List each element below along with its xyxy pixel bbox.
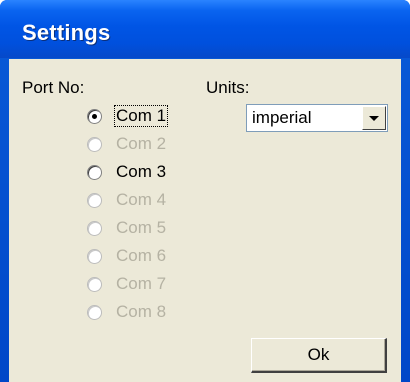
radio-com-3[interactable]: Com 3: [87, 162, 207, 184]
radio-button-icon[interactable]: [87, 165, 102, 180]
units-label: Units:: [206, 78, 250, 97]
radio-button-icon: [87, 249, 102, 264]
radio-com-8: Com 8: [87, 302, 207, 324]
radio-com-2: Com 2: [87, 134, 207, 156]
radio-label[interactable]: Com 3: [115, 162, 167, 182]
radio-selected-dot: [92, 114, 97, 119]
radio-label: Com 7: [116, 274, 167, 293]
title-bar[interactable]: Settings: [0, 0, 410, 58]
window-title: Settings: [22, 20, 111, 45]
units-selected-value: imperial: [252, 108, 312, 127]
radio-button-icon: [87, 193, 102, 208]
radio-label[interactable]: Com 1: [113, 105, 169, 127]
chevron-down-icon: [369, 116, 379, 121]
ok-button[interactable]: Ok: [251, 338, 387, 373]
radio-label: Com 5: [116, 218, 167, 237]
radio-com-1[interactable]: Com 1: [87, 105, 207, 128]
dialog-body: Port No: Units: Com 1 Com 2 Com 3 Com 4 …: [9, 59, 401, 382]
radio-button-icon: [87, 221, 102, 236]
radio-button-icon: [87, 305, 102, 320]
radio-label: Com 6: [116, 246, 167, 265]
radio-label: Com 2: [116, 134, 167, 153]
radio-com-5: Com 5: [87, 218, 207, 240]
dropdown-button[interactable]: [362, 106, 386, 130]
radio-button-icon: [87, 137, 102, 152]
radio-label: Com 8: [116, 302, 167, 321]
units-dropdown[interactable]: imperial: [246, 104, 388, 132]
port-label: Port No:: [22, 78, 85, 97]
radio-com-7: Com 7: [87, 274, 207, 296]
radio-com-6: Com 6: [87, 246, 207, 268]
radio-button-icon[interactable]: [87, 109, 102, 124]
radio-label: Com 4: [116, 190, 167, 209]
settings-window: Settings Port No: Units: Com 1 Com 2 Com…: [0, 0, 410, 382]
radio-com-4: Com 4: [87, 190, 207, 212]
radio-button-icon: [87, 277, 102, 292]
